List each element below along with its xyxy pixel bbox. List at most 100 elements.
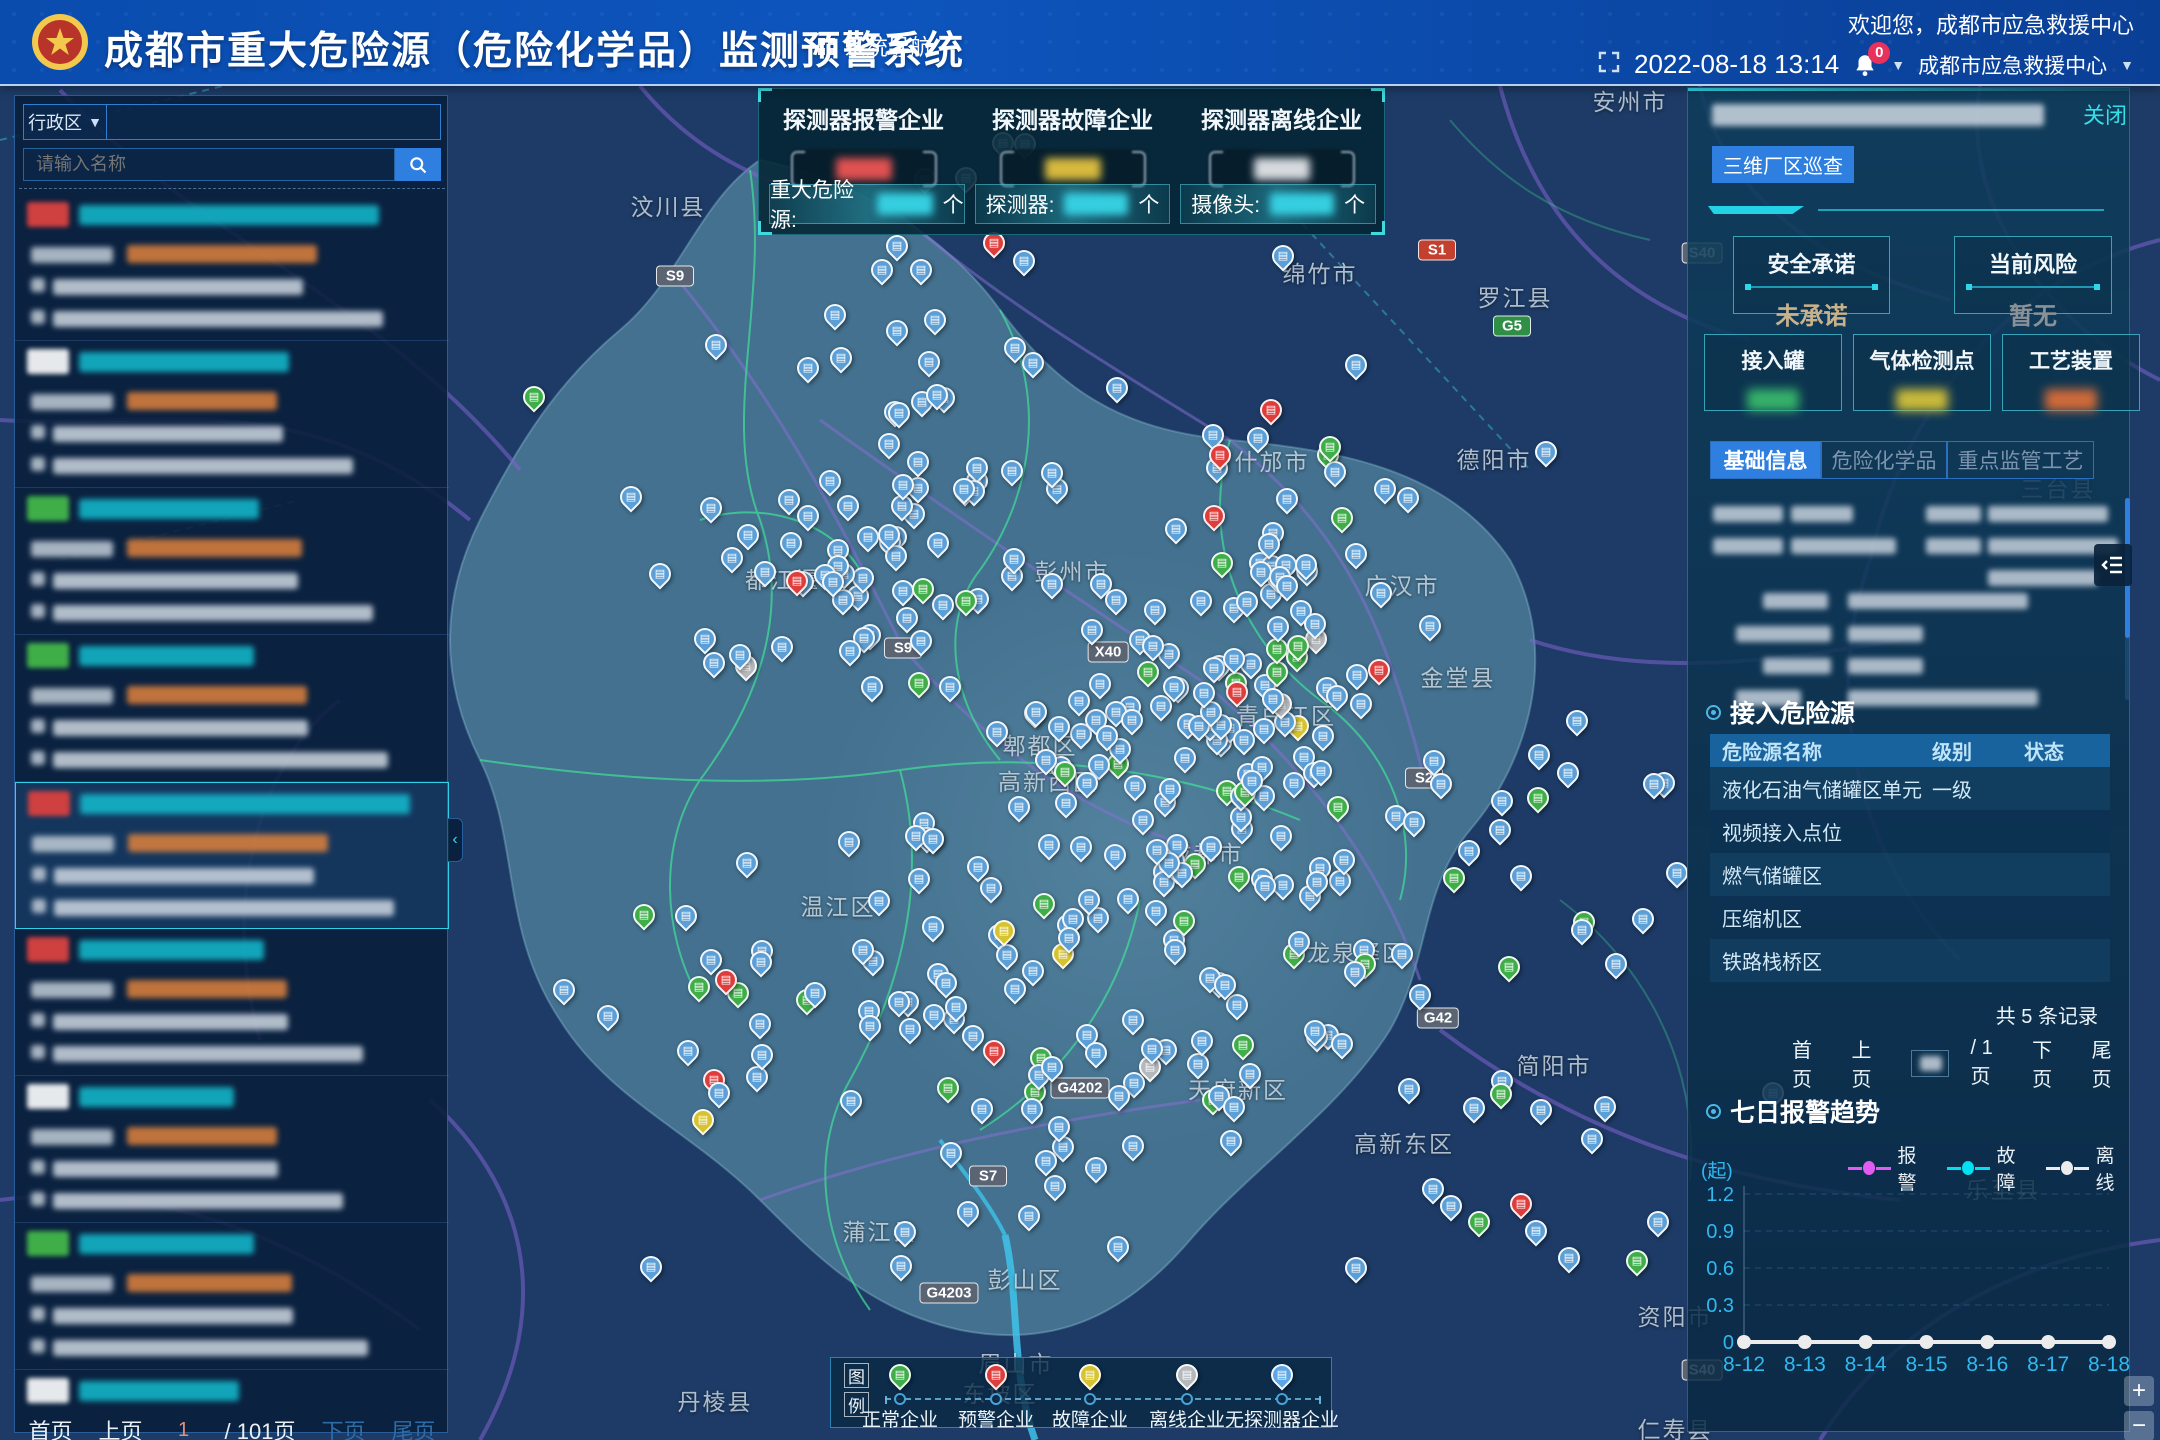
stat-value-chip [1045,158,1101,180]
divider [1708,206,2106,214]
redacted-text [31,1160,45,1174]
redacted-text [31,1339,45,1353]
svg-text:8-15: 8-15 [1905,1353,1947,1376]
redacted-text [1713,538,1783,554]
redacted-text [79,1381,239,1401]
company-card[interactable] [15,1076,449,1223]
map-label: 什邡市 [1235,443,1310,477]
caret-down-icon: ▼ [88,114,102,130]
search-input[interactable] [23,148,395,181]
stat-label: 探测器离线企业 [1187,101,1377,135]
column-header: 危险源名称 [1710,736,1932,765]
next-page-button[interactable]: 下页 [2032,1034,2069,1092]
svg-text:0.3: 0.3 [1706,1295,1734,1317]
counter-unit: 个 [1138,189,1159,219]
zoom-out-button[interactable]: − [2124,1411,2154,1440]
redacted-text [31,457,45,471]
redacted-text [1848,690,2038,706]
stats-panel: 探测器报警企业探测器故障企业探测器离线企业 重大危险源:个探测器:个摄像头:个 [758,88,1385,235]
close-button[interactable]: 关闭 [2083,98,2127,130]
redacted-text [1926,506,1981,522]
redacted-text [127,980,287,998]
detector-stat-group: 探测器离线企业 [1187,101,1377,189]
map-label: 丹棱县 [678,1383,753,1417]
search-button[interactable] [395,148,441,181]
counter-unit: 个 [1344,189,1365,219]
first-page-button[interactable]: 首页 [1792,1034,1829,1092]
company-card[interactable] [15,1223,449,1370]
redacted-text [127,392,277,410]
next-page-button[interactable]: 下页 [321,1414,365,1440]
redacted-text [79,646,254,666]
last-page-button[interactable]: 尾页 [2092,1034,2129,1092]
stat-value-redacted [998,149,1148,189]
redacted-text [127,539,302,557]
company-card[interactable] [15,1370,449,1410]
prev-page-button[interactable]: 上页 [1851,1034,1888,1092]
svg-text:0.9: 0.9 [1706,1221,1734,1243]
page-number-input[interactable]: 1 [169,1419,199,1440]
svg-text:8-17: 8-17 [2027,1353,2069,1376]
table-header-row: 危险源名称级别状态 [1710,734,2110,767]
region-filter-select[interactable]: 行政区 ▼ [23,104,107,140]
first-page-button[interactable]: 首页 [29,1414,73,1440]
card-title: 气体检测点 [1854,345,1990,375]
table-row[interactable]: 压缩机区 [1710,896,2110,939]
org-name[interactable]: 成都市应急救援中心 [1918,50,2107,80]
company-card[interactable] [15,194,449,341]
company-card[interactable] [15,488,449,635]
legend-node-icon [990,1393,1002,1405]
table-row[interactable]: 燃气储罐区 [1710,853,2110,896]
company-card[interactable] [15,635,449,782]
redacted-text [79,1234,254,1254]
sidebar-collapse-button[interactable]: ‹ [448,818,463,862]
hazard-name-cell: 视频接入点位 [1710,817,1932,846]
card-value-redacted [1896,389,1948,411]
company-card[interactable] [15,782,449,929]
hazard-section-title: 接入危险源 [1706,694,1855,730]
status-badge-redacted [27,496,69,521]
redacted-text [31,247,113,263]
redacted-text [1988,506,2108,522]
app-logo [30,12,90,72]
tab-basic-info[interactable]: 基础信息 [1710,441,1821,479]
map-label: 绵竹市 [1283,255,1358,289]
table-row[interactable]: 液化石油气储罐区单元一级 [1710,767,2110,810]
notification-bell-icon[interactable]: 0 [1852,52,1878,78]
region-filter-label: 行政区 [28,109,82,135]
equipment-stat-card: 工艺装置 [2002,334,2140,411]
legend-pin-icon: ▤ [1171,1359,1202,1390]
table-row[interactable]: 视频接入点位 [1710,810,2110,853]
table-row[interactable]: 铁路栈桥区 [1710,939,2110,982]
redacted-text [31,1192,45,1206]
region-value-select[interactable] [107,104,441,140]
company-card[interactable] [15,341,449,488]
nav-menu[interactable]: 系统导航 [818,30,932,62]
redacted-text [31,541,113,557]
redacted-text [1713,506,1783,522]
redacted-text [127,1274,292,1292]
redacted-text [32,899,46,913]
map-label: 德阳市 [1457,441,1532,475]
zoom-in-button[interactable]: + [2124,1376,2154,1406]
legend-node-icon [1276,1393,1288,1405]
redacted-text [31,719,45,733]
fullscreen-icon[interactable] [1597,50,1621,79]
company-card[interactable] [15,929,449,1076]
last-page-button[interactable]: 尾页 [391,1414,435,1440]
prev-page-button[interactable]: 上页 [99,1414,143,1440]
page-number-input[interactable] [1911,1050,1949,1077]
redacted-text [1763,593,1828,609]
redacted-text [31,572,45,586]
redacted-text [53,311,383,327]
tab-hazard-chemicals[interactable]: 危险化学品 [1821,441,1947,479]
section-bullet-icon [1706,1104,1721,1119]
tab-key-process[interactable]: 重点监管工艺 [1947,441,2094,479]
redacted-text [53,426,283,442]
redacted-text [127,686,307,704]
panel-expand-button[interactable] [2094,544,2132,586]
road-badge: S9 [656,266,694,287]
3d-patrol-button[interactable]: 三维厂区巡查 [1712,146,1854,183]
enterprise-detail-panel: 关闭 三维厂区巡查 安全承诺 未承诺 当前风险 暂无 接入罐气体检测点工艺装置 … [1687,87,2130,1432]
card-title: 工艺装置 [2003,345,2139,375]
